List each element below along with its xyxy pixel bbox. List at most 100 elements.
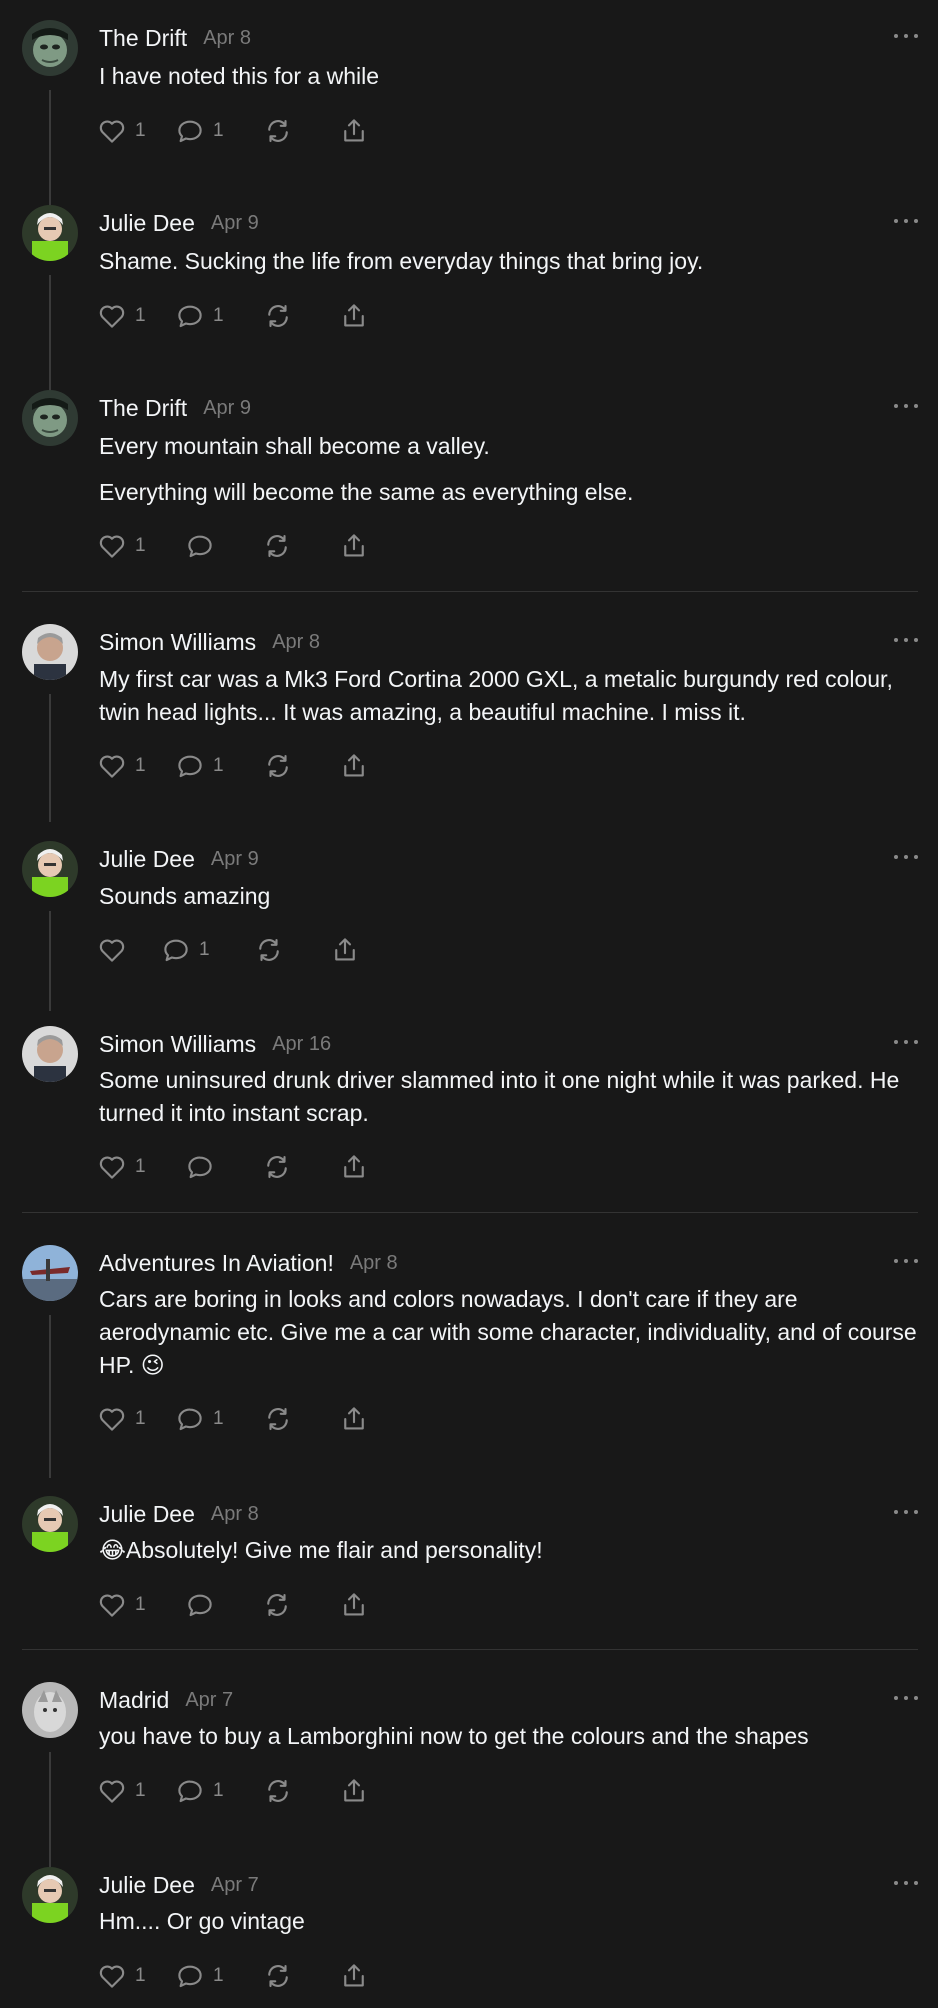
repost-button[interactable]	[262, 1152, 339, 1182]
repost-button[interactable]	[263, 1404, 339, 1434]
comment-icon	[188, 1594, 212, 1617]
more-options-icon[interactable]	[894, 630, 918, 650]
avatar[interactable]	[22, 1867, 78, 1923]
share-button[interactable]	[339, 1590, 369, 1620]
heart-icon	[99, 305, 125, 328]
repost-icon	[267, 1155, 287, 1179]
author-name[interactable]: Julie Dee	[99, 846, 195, 873]
author-name[interactable]: Simon Williams	[99, 1031, 256, 1058]
post-date[interactable]: Apr 8	[350, 1252, 398, 1275]
more-options-icon[interactable]	[894, 1251, 918, 1271]
author-name[interactable]: Julie Dee	[99, 210, 195, 237]
post-date[interactable]: Apr 9	[203, 397, 251, 420]
post-date[interactable]: Apr 8	[272, 631, 320, 654]
action-bar: 1 1	[97, 299, 369, 333]
avatar[interactable]	[22, 1682, 78, 1738]
more-options-icon[interactable]	[894, 1032, 918, 1052]
share-button[interactable]	[339, 116, 369, 146]
post-text-line: Everything will become the same as every…	[99, 479, 634, 505]
reply-button[interactable]: 1	[175, 1961, 263, 1991]
share-button[interactable]	[339, 1404, 369, 1434]
post-date[interactable]: Apr 7	[185, 1689, 233, 1712]
share-button[interactable]	[339, 1152, 369, 1182]
repost-button[interactable]	[254, 935, 330, 965]
share-button[interactable]	[339, 301, 369, 331]
reply-count: 1	[213, 1408, 224, 1429]
more-options-icon[interactable]	[894, 396, 918, 416]
share-button[interactable]	[339, 1776, 369, 1806]
repost-button[interactable]	[263, 301, 339, 331]
like-button[interactable]: 1	[97, 1152, 185, 1182]
like-button[interactable]: 1	[97, 1961, 175, 1991]
post-date[interactable]: Apr 16	[272, 1033, 331, 1056]
post-date[interactable]: Apr 9	[211, 212, 259, 235]
repost-button[interactable]	[262, 531, 339, 561]
author-name[interactable]: The Drift	[99, 25, 187, 52]
action-bar: 1	[97, 1150, 369, 1184]
reply-button[interactable]: 1	[175, 301, 263, 331]
post-text-line: you have to buy a Lamborghini now to get…	[99, 1723, 809, 1749]
author-name[interactable]: Madrid	[99, 1687, 169, 1714]
avatar[interactable]	[22, 1026, 78, 1082]
post-text: 😂Absolutely! Give me flair and personali…	[99, 1534, 919, 1567]
reply-button[interactable]	[185, 1590, 262, 1620]
share-icon	[344, 1155, 364, 1178]
like-button[interactable]	[97, 935, 161, 965]
repost-button[interactable]	[263, 1961, 339, 1991]
reply-button[interactable]: 1	[175, 116, 263, 146]
like-button[interactable]: 1	[97, 1776, 175, 1806]
share-icon	[344, 1779, 364, 1802]
comment-icon	[188, 535, 212, 558]
comment-icon	[178, 1965, 202, 1988]
post-date[interactable]: Apr 9	[211, 848, 259, 871]
like-button[interactable]: 1	[97, 531, 185, 561]
repost-button[interactable]	[263, 116, 339, 146]
avatar[interactable]	[22, 20, 78, 76]
more-options-icon[interactable]	[894, 211, 918, 231]
avatar[interactable]	[22, 390, 78, 446]
action-bar: 1	[97, 1588, 369, 1622]
post-text: I have noted this for a while	[99, 60, 919, 93]
reply-button[interactable]: 1	[175, 751, 263, 781]
repost-button[interactable]	[263, 1776, 339, 1806]
post-date[interactable]: Apr 8	[211, 1503, 259, 1526]
author-name[interactable]: Julie Dee	[99, 1872, 195, 1899]
thread-divider	[22, 591, 918, 592]
repost-button[interactable]	[263, 751, 339, 781]
avatar[interactable]	[22, 624, 78, 680]
more-options-icon[interactable]	[894, 847, 918, 867]
more-options-icon[interactable]	[894, 1502, 918, 1522]
reply-button[interactable]	[185, 531, 262, 561]
share-button[interactable]	[339, 1961, 369, 1991]
share-icon	[344, 754, 364, 777]
avatar[interactable]	[22, 1496, 78, 1552]
reply-button[interactable]: 1	[175, 1776, 263, 1806]
avatar[interactable]	[22, 841, 78, 897]
avatar[interactable]	[22, 205, 78, 261]
reply-button[interactable]: 1	[175, 1404, 263, 1434]
share-button[interactable]	[339, 531, 369, 561]
more-options-icon[interactable]	[894, 1688, 918, 1708]
heart-icon	[99, 1780, 125, 1803]
avatar[interactable]	[22, 1245, 78, 1301]
thread-line	[49, 911, 51, 1011]
post-date[interactable]: Apr 7	[211, 1874, 259, 1897]
like-button[interactable]: 1	[97, 301, 175, 331]
post-date[interactable]: Apr 8	[203, 27, 251, 50]
share-button[interactable]	[339, 751, 369, 781]
more-options-icon[interactable]	[894, 26, 918, 46]
share-button[interactable]	[330, 935, 360, 965]
author-name[interactable]: Simon Williams	[99, 629, 256, 656]
more-options-icon[interactable]	[894, 1873, 918, 1893]
repost-button[interactable]	[262, 1590, 339, 1620]
like-count: 1	[135, 120, 146, 141]
like-button[interactable]: 1	[97, 1590, 185, 1620]
author-name[interactable]: Julie Dee	[99, 1501, 195, 1528]
author-name[interactable]: The Drift	[99, 395, 187, 422]
like-button[interactable]: 1	[97, 751, 175, 781]
reply-button[interactable]	[185, 1152, 262, 1182]
reply-button[interactable]: 1	[161, 935, 254, 965]
like-button[interactable]: 1	[97, 1404, 175, 1434]
author-name[interactable]: Adventures In Aviation!	[99, 1250, 334, 1277]
like-button[interactable]: 1	[97, 116, 175, 146]
